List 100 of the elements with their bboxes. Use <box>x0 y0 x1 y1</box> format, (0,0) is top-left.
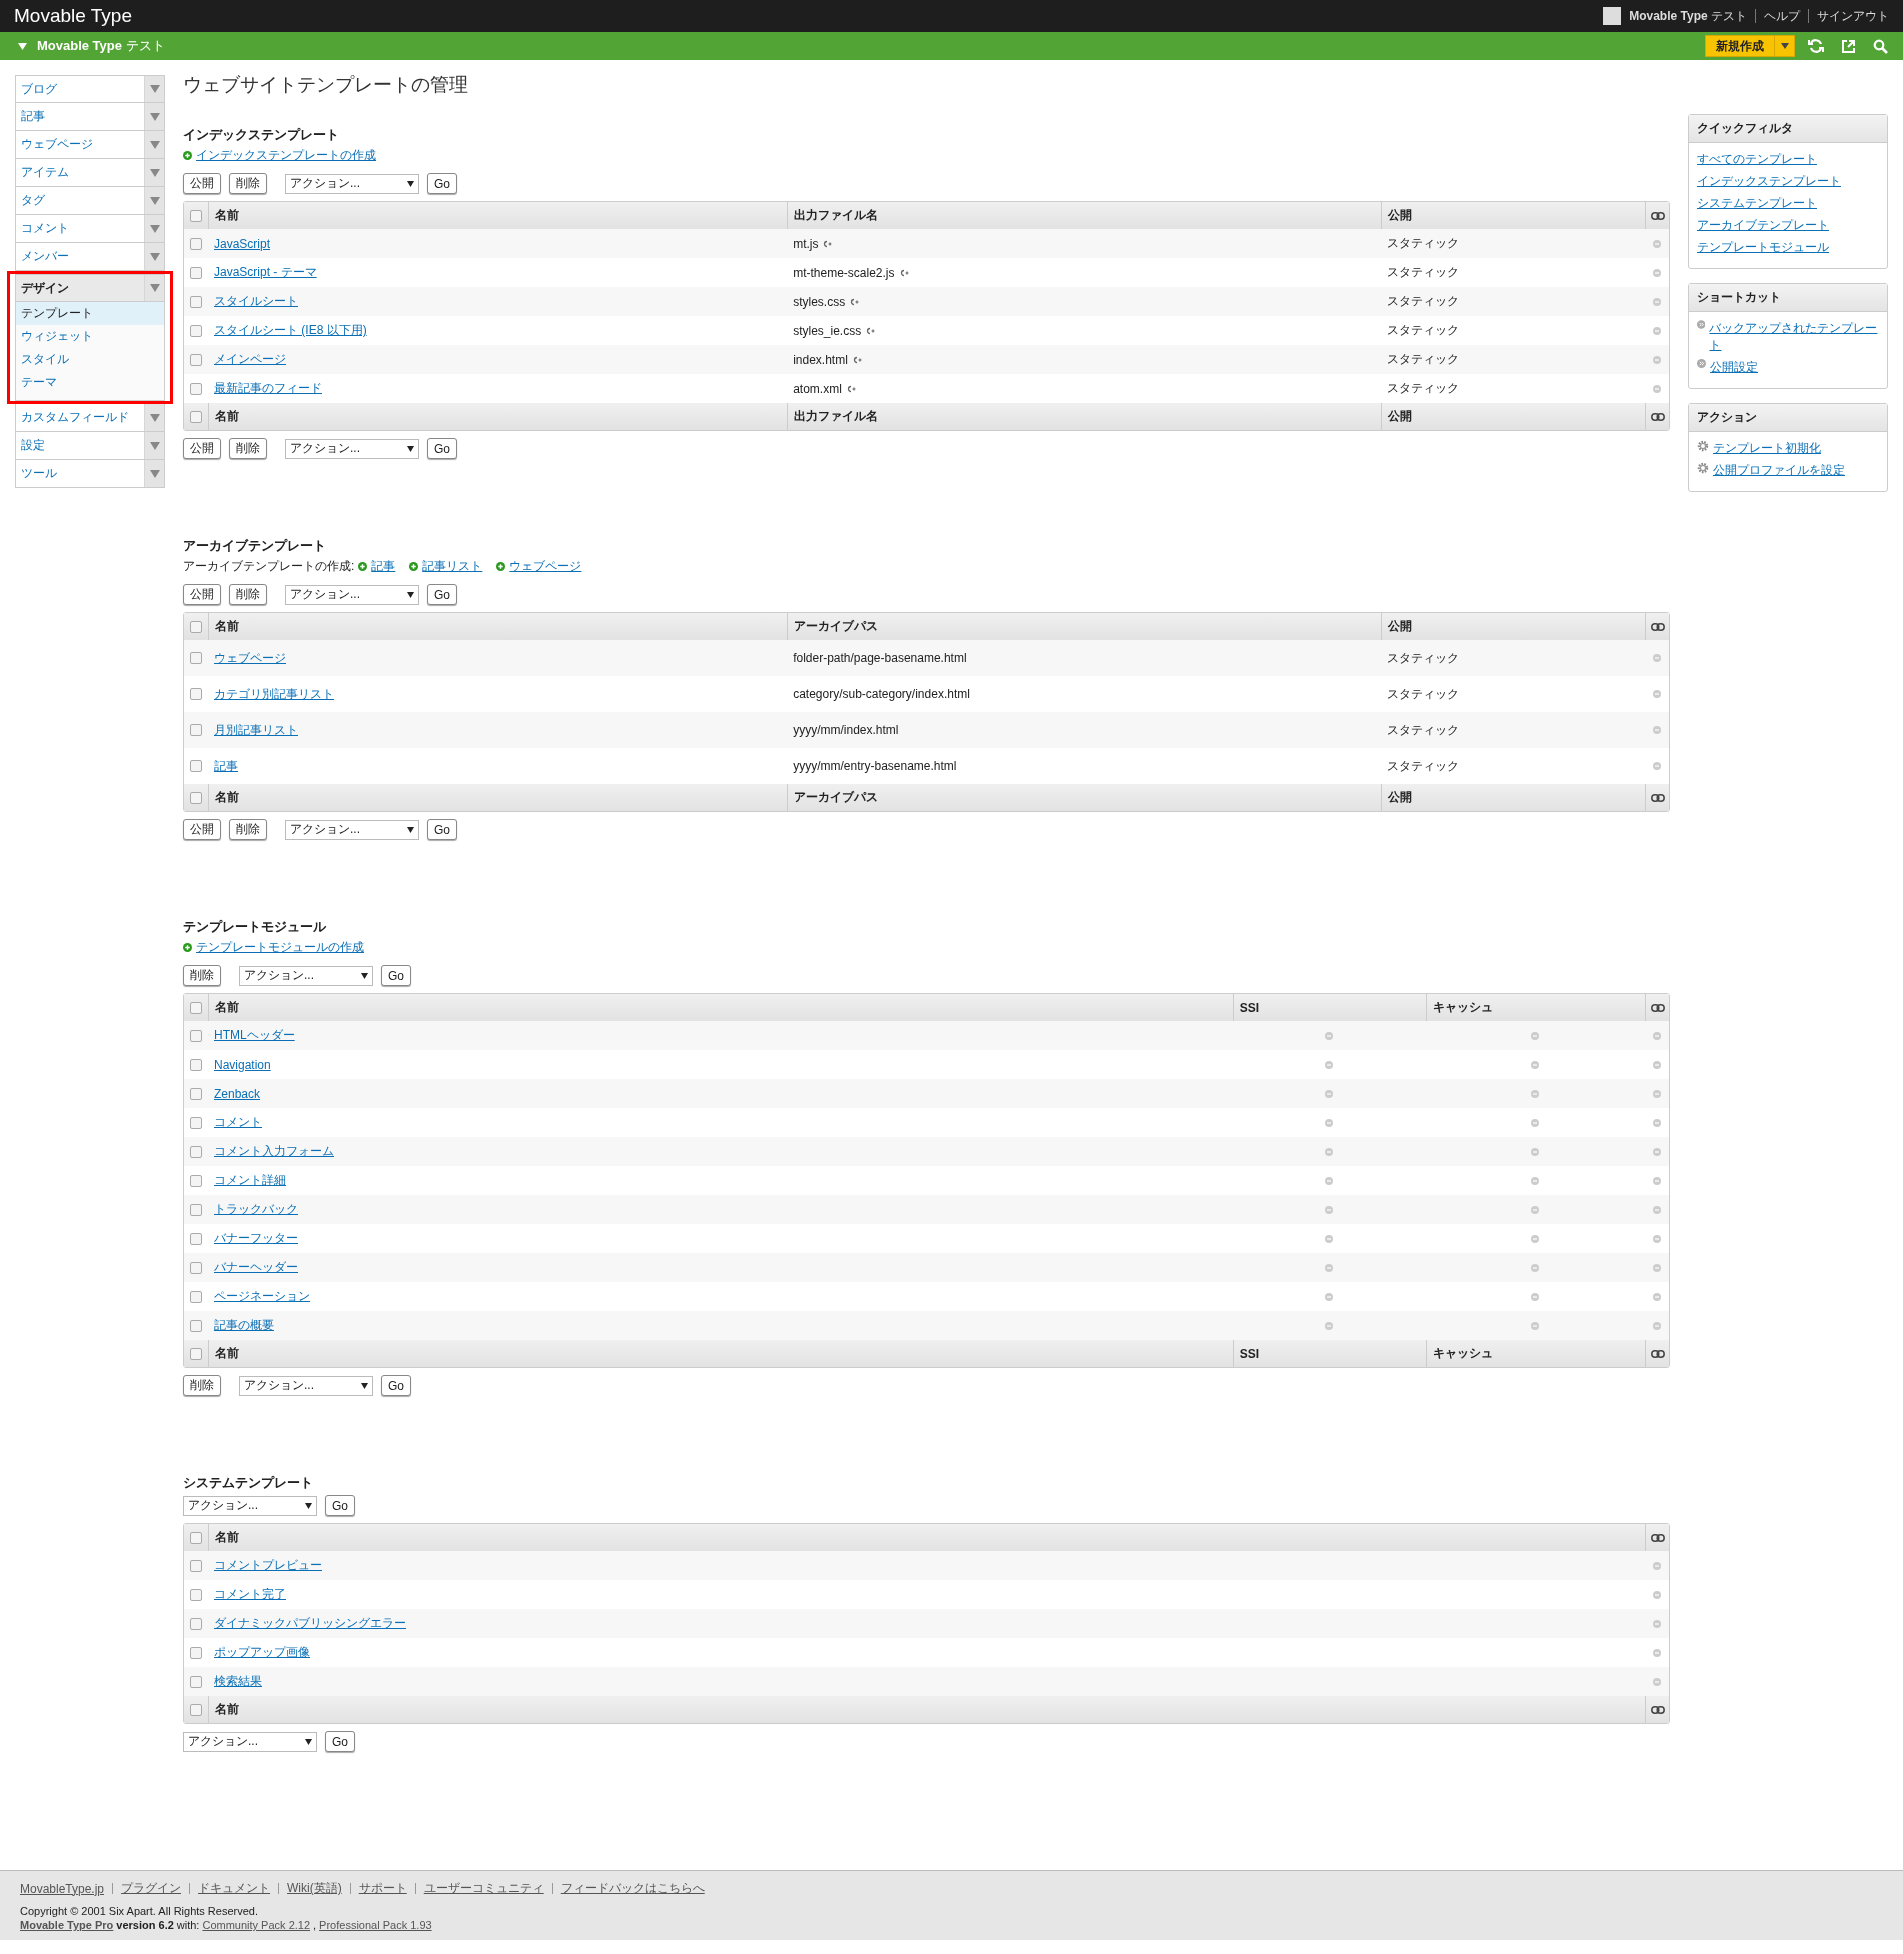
site-link[interactable]: Movable Type テスト <box>1629 7 1747 25</box>
template-link[interactable]: コメント入力フォーム <box>208 1144 334 1158</box>
row-checkbox[interactable] <box>190 1029 202 1042</box>
site-title[interactable]: Movable Type テスト <box>37 37 165 55</box>
action-button[interactable]: 公開 <box>183 438 221 459</box>
template-link[interactable]: バナーフッター <box>208 1231 298 1245</box>
select-all-checkbox[interactable] <box>190 791 202 804</box>
action-select[interactable]: アクション... <box>285 173 419 194</box>
select-all-checkbox[interactable] <box>190 1531 202 1544</box>
go-button[interactable]: Go <box>325 1495 355 1516</box>
sidebar-subitem[interactable]: ウィジェット <box>16 325 164 348</box>
template-link[interactable]: メインページ <box>208 352 286 366</box>
go-button[interactable]: Go <box>427 173 457 194</box>
row-checkbox[interactable] <box>190 1290 202 1303</box>
widget-link[interactable]: テンプレート初期化 <box>1713 440 1821 457</box>
row-checkbox[interactable] <box>190 1559 202 1572</box>
template-link[interactable]: コメント <box>208 1115 262 1129</box>
select-all-checkbox[interactable] <box>190 1001 202 1014</box>
template-link[interactable]: カテゴリ別記事リスト <box>208 686 334 701</box>
go-button[interactable]: Go <box>427 438 457 459</box>
header-link[interactable]: サインアウト <box>1817 7 1889 25</box>
footer-link[interactable]: フィードバックはこちらへ <box>560 1880 705 1897</box>
create-link[interactable]: テンプレートモジュールの作成 <box>196 939 364 956</box>
template-link[interactable]: ダイナミックパブリッシングエラー <box>208 1616 406 1630</box>
row-checkbox[interactable] <box>190 1675 202 1688</box>
template-link[interactable]: バナーヘッダー <box>208 1260 298 1274</box>
row-checkbox[interactable] <box>190 353 202 366</box>
template-link[interactable]: 最新記事のフィード <box>208 381 322 395</box>
row-checkbox[interactable] <box>190 237 202 250</box>
select-all-checkbox[interactable] <box>190 1703 202 1716</box>
triangle-down-icon[interactable] <box>18 42 27 50</box>
footer-link[interactable]: プラグイン <box>121 1880 182 1897</box>
go-button[interactable]: Go <box>427 584 457 605</box>
template-link[interactable]: Navigation <box>208 1057 271 1072</box>
row-checkbox[interactable] <box>190 1232 202 1245</box>
row-checkbox[interactable] <box>190 324 202 337</box>
action-select[interactable]: アクション... <box>239 965 373 986</box>
product-link[interactable]: Movable Type Pro <box>20 1919 114 1931</box>
widget-link[interactable]: すべてのテンプレート <box>1697 151 1817 168</box>
pack-link[interactable]: Community Pack 2.12 <box>202 1919 311 1931</box>
action-select[interactable]: アクション... <box>183 1731 317 1752</box>
widget-link[interactable]: インデックステンプレート <box>1697 173 1841 190</box>
row-checkbox[interactable] <box>190 266 202 279</box>
create-link[interactable]: インデックステンプレートの作成 <box>196 147 376 164</box>
template-link[interactable]: 検索結果 <box>208 1674 262 1688</box>
create-link[interactable]: ウェブページ <box>509 558 582 575</box>
row-checkbox[interactable] <box>190 1058 202 1071</box>
create-link[interactable]: 記事リスト <box>422 558 483 575</box>
widget-link[interactable]: システムテンプレート <box>1697 195 1817 212</box>
row-checkbox[interactable] <box>190 1145 202 1158</box>
widget-link[interactable]: 公開プロファイルを設定 <box>1713 462 1845 479</box>
template-link[interactable]: JavaScript - テーマ <box>208 265 317 279</box>
select-all-checkbox[interactable] <box>190 209 202 222</box>
template-link[interactable]: スタイルシート <box>208 294 298 308</box>
template-link[interactable]: ページネーション <box>208 1289 310 1303</box>
template-link[interactable]: ウェブページ <box>208 650 286 665</box>
template-link[interactable]: Zenback <box>208 1086 261 1101</box>
row-checkbox[interactable] <box>190 1646 202 1659</box>
row-checkbox[interactable] <box>190 295 202 308</box>
row-checkbox[interactable] <box>190 1319 202 1332</box>
go-button[interactable]: Go <box>381 1375 411 1396</box>
action-button[interactable]: 公開 <box>183 819 221 840</box>
action-button[interactable]: 削除 <box>183 965 221 986</box>
template-link[interactable]: コメント完了 <box>208 1587 286 1601</box>
template-link[interactable]: 月別記事リスト <box>208 722 298 737</box>
header-link[interactable]: ヘルプ <box>1764 7 1800 25</box>
row-checkbox[interactable] <box>190 760 202 772</box>
go-button[interactable]: Go <box>381 965 411 986</box>
select-all-checkbox[interactable] <box>190 410 202 423</box>
action-button[interactable]: 公開 <box>183 584 221 605</box>
action-button[interactable]: 削除 <box>229 438 267 459</box>
footer-link[interactable]: Wiki(英語) <box>287 1880 342 1897</box>
template-link[interactable]: コメント詳細 <box>208 1173 286 1187</box>
row-checkbox[interactable] <box>190 1116 202 1129</box>
template-link[interactable]: ポップアップ画像 <box>208 1645 310 1659</box>
template-link[interactable]: スタイルシート (IE8 以下用) <box>208 323 367 337</box>
action-select[interactable]: アクション... <box>285 438 419 459</box>
footer-link[interactable]: サポート <box>358 1880 407 1897</box>
action-select[interactable]: アクション... <box>285 584 419 605</box>
widget-link[interactable]: アーカイブテンプレート <box>1697 217 1829 234</box>
action-select[interactable]: アクション... <box>183 1495 317 1516</box>
template-link[interactable]: JavaScript <box>208 236 271 251</box>
widget-link[interactable]: バックアップされたテンプレート <box>1709 320 1879 354</box>
row-checkbox[interactable] <box>190 688 202 700</box>
template-link[interactable]: 記事の概要 <box>208 1318 274 1332</box>
footer-link[interactable]: ドキュメント <box>198 1880 271 1897</box>
template-link[interactable]: コメントプレビュー <box>208 1558 322 1572</box>
new-button[interactable]: 新規作成 <box>1705 35 1795 57</box>
template-link[interactable]: 記事 <box>208 758 238 773</box>
footer-link[interactable]: MovableType.jp <box>20 1881 105 1896</box>
row-checkbox[interactable] <box>190 1617 202 1630</box>
select-all-checkbox[interactable] <box>190 1347 202 1360</box>
widget-link[interactable]: 公開設定 <box>1710 359 1758 376</box>
action-button[interactable]: 削除 <box>183 1375 221 1396</box>
row-checkbox[interactable] <box>190 1203 202 1216</box>
row-checkbox[interactable] <box>190 724 202 736</box>
select-all-checkbox[interactable] <box>190 620 202 633</box>
sidebar-subitem[interactable]: テンプレート <box>16 302 164 325</box>
row-checkbox[interactable] <box>190 1261 202 1274</box>
go-button[interactable]: Go <box>325 1731 355 1752</box>
